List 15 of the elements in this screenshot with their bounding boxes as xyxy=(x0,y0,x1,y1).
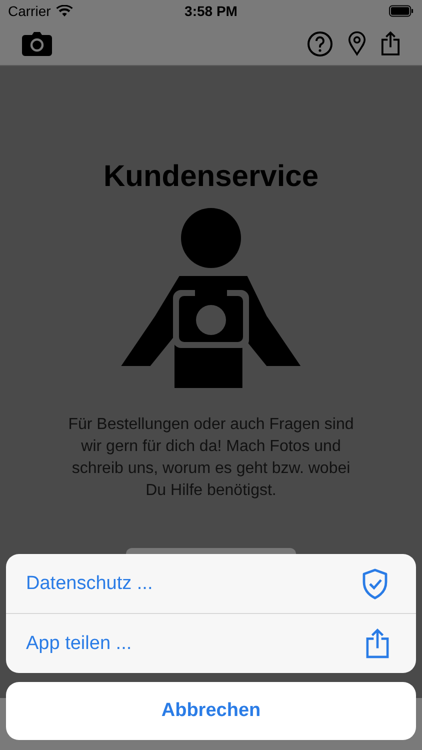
wifi-icon xyxy=(56,5,73,17)
description-text: Für Bestellungen oder auch Fragen sind wir gern für dich da! Mach Fotos und schreib uns, worum es geht bzw. wobei Du Hilfe benötigst. xyxy=(67,415,355,501)
location-pin-icon[interactable] xyxy=(348,31,366,56)
share-icon xyxy=(366,628,389,659)
action-item[interactable]: App teilen ... xyxy=(6,613,416,673)
help-icon[interactable] xyxy=(307,30,333,56)
cancel-button[interactable]: Abbrechen xyxy=(6,682,416,740)
camera-icon[interactable] xyxy=(22,32,52,56)
carrier-label: Carrier xyxy=(8,3,51,19)
action-item[interactable]: Datenschutz ... xyxy=(6,554,416,613)
shield-check-icon xyxy=(361,568,389,600)
share-icon[interactable] xyxy=(381,31,400,56)
page-title: Kundenservice xyxy=(103,160,319,194)
battery-icon xyxy=(389,5,414,17)
status-time: 3:58 PM xyxy=(184,3,238,19)
